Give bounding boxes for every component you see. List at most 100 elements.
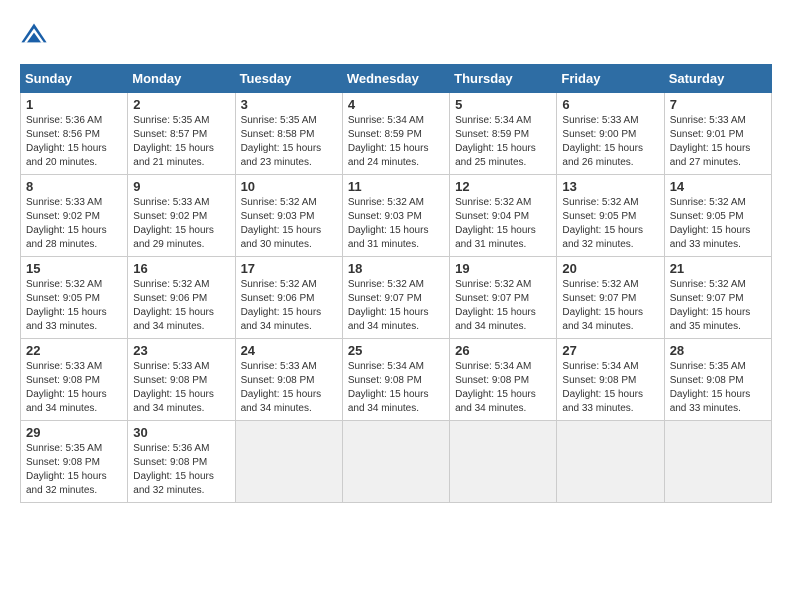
daylight-label: Daylight: 15 hours and 33 minutes. <box>670 225 751 250</box>
daylight-label: Daylight: 15 hours and 35 minutes. <box>670 307 751 332</box>
sunrise-label: Sunrise: 5:35 AM <box>133 115 209 126</box>
day-number: 26 <box>455 343 551 358</box>
day-info: Sunrise: 5:32 AM Sunset: 9:05 PM Dayligh… <box>670 196 766 252</box>
sunset-label: Sunset: 8:58 PM <box>241 129 315 140</box>
daylight-label: Daylight: 15 hours and 34 minutes. <box>455 307 536 332</box>
day-info: Sunrise: 5:32 AM Sunset: 9:07 PM Dayligh… <box>348 278 444 334</box>
day-info: Sunrise: 5:32 AM Sunset: 9:07 PM Dayligh… <box>562 278 658 334</box>
sunrise-label: Sunrise: 5:32 AM <box>670 197 746 208</box>
daylight-label: Daylight: 15 hours and 33 minutes. <box>562 389 643 414</box>
sunrise-label: Sunrise: 5:35 AM <box>26 443 102 454</box>
daylight-label: Daylight: 15 hours and 32 minutes. <box>26 471 107 496</box>
daylight-label: Daylight: 15 hours and 20 minutes. <box>26 143 107 168</box>
daylight-label: Daylight: 15 hours and 34 minutes. <box>133 389 214 414</box>
calendar-day-cell: 24 Sunrise: 5:33 AM Sunset: 9:08 PM Dayl… <box>235 339 342 421</box>
day-info: Sunrise: 5:32 AM Sunset: 9:06 PM Dayligh… <box>241 278 337 334</box>
sunset-label: Sunset: 9:07 PM <box>348 293 422 304</box>
day-number: 13 <box>562 179 658 194</box>
sunrise-label: Sunrise: 5:32 AM <box>348 197 424 208</box>
calendar-day-cell: 29 Sunrise: 5:35 AM Sunset: 9:08 PM Dayl… <box>21 421 128 503</box>
day-number: 19 <box>455 261 551 276</box>
calendar-day-cell: 16 Sunrise: 5:32 AM Sunset: 9:06 PM Dayl… <box>128 257 235 339</box>
day-info: Sunrise: 5:34 AM Sunset: 8:59 PM Dayligh… <box>455 114 551 170</box>
day-info: Sunrise: 5:32 AM Sunset: 9:03 PM Dayligh… <box>241 196 337 252</box>
calendar-week-row: 1 Sunrise: 5:36 AM Sunset: 8:56 PM Dayli… <box>21 93 772 175</box>
daylight-label: Daylight: 15 hours and 34 minutes. <box>562 307 643 332</box>
calendar-day-cell: 18 Sunrise: 5:32 AM Sunset: 9:07 PM Dayl… <box>342 257 449 339</box>
sunrise-label: Sunrise: 5:32 AM <box>562 279 638 290</box>
day-info: Sunrise: 5:35 AM Sunset: 9:08 PM Dayligh… <box>26 442 122 498</box>
calendar-week-row: 29 Sunrise: 5:35 AM Sunset: 9:08 PM Dayl… <box>21 421 772 503</box>
calendar-day-cell: 10 Sunrise: 5:32 AM Sunset: 9:03 PM Dayl… <box>235 175 342 257</box>
day-number: 8 <box>26 179 122 194</box>
sunrise-label: Sunrise: 5:34 AM <box>348 361 424 372</box>
daylight-label: Daylight: 15 hours and 21 minutes. <box>133 143 214 168</box>
sunrise-label: Sunrise: 5:36 AM <box>26 115 102 126</box>
sunset-label: Sunset: 9:05 PM <box>562 211 636 222</box>
day-number: 1 <box>26 97 122 112</box>
weekday-header-cell: Thursday <box>450 65 557 93</box>
day-number: 3 <box>241 97 337 112</box>
day-number: 23 <box>133 343 229 358</box>
daylight-label: Daylight: 15 hours and 34 minutes. <box>348 389 429 414</box>
calendar-day-cell: 13 Sunrise: 5:32 AM Sunset: 9:05 PM Dayl… <box>557 175 664 257</box>
day-number: 2 <box>133 97 229 112</box>
day-number: 28 <box>670 343 766 358</box>
day-info: Sunrise: 5:32 AM Sunset: 9:03 PM Dayligh… <box>348 196 444 252</box>
sunset-label: Sunset: 8:59 PM <box>455 129 529 140</box>
day-number: 7 <box>670 97 766 112</box>
calendar-week-row: 22 Sunrise: 5:33 AM Sunset: 9:08 PM Dayl… <box>21 339 772 421</box>
calendar-day-cell: 7 Sunrise: 5:33 AM Sunset: 9:01 PM Dayli… <box>664 93 771 175</box>
day-number: 4 <box>348 97 444 112</box>
sunrise-label: Sunrise: 5:34 AM <box>455 361 531 372</box>
daylight-label: Daylight: 15 hours and 34 minutes. <box>26 389 107 414</box>
day-number: 10 <box>241 179 337 194</box>
day-number: 11 <box>348 179 444 194</box>
day-number: 6 <box>562 97 658 112</box>
sunrise-label: Sunrise: 5:33 AM <box>26 361 102 372</box>
calendar-week-row: 15 Sunrise: 5:32 AM Sunset: 9:05 PM Dayl… <box>21 257 772 339</box>
calendar-day-cell: 22 Sunrise: 5:33 AM Sunset: 9:08 PM Dayl… <box>21 339 128 421</box>
sunset-label: Sunset: 9:02 PM <box>133 211 207 222</box>
day-info: Sunrise: 5:32 AM Sunset: 9:04 PM Dayligh… <box>455 196 551 252</box>
day-number: 27 <box>562 343 658 358</box>
weekday-header-cell: Saturday <box>664 65 771 93</box>
day-info: Sunrise: 5:32 AM Sunset: 9:07 PM Dayligh… <box>670 278 766 334</box>
calendar-day-cell: 14 Sunrise: 5:32 AM Sunset: 9:05 PM Dayl… <box>664 175 771 257</box>
daylight-label: Daylight: 15 hours and 31 minutes. <box>348 225 429 250</box>
sunrise-label: Sunrise: 5:32 AM <box>241 279 317 290</box>
calendar-day-cell: 4 Sunrise: 5:34 AM Sunset: 8:59 PM Dayli… <box>342 93 449 175</box>
calendar-day-cell: 6 Sunrise: 5:33 AM Sunset: 9:00 PM Dayli… <box>557 93 664 175</box>
sunset-label: Sunset: 8:57 PM <box>133 129 207 140</box>
day-number: 17 <box>241 261 337 276</box>
day-number: 21 <box>670 261 766 276</box>
sunset-label: Sunset: 9:03 PM <box>348 211 422 222</box>
calendar-day-cell: 30 Sunrise: 5:36 AM Sunset: 9:08 PM Dayl… <box>128 421 235 503</box>
day-info: Sunrise: 5:34 AM Sunset: 9:08 PM Dayligh… <box>562 360 658 416</box>
calendar-day-cell <box>342 421 449 503</box>
sunset-label: Sunset: 9:06 PM <box>241 293 315 304</box>
day-info: Sunrise: 5:33 AM Sunset: 9:08 PM Dayligh… <box>133 360 229 416</box>
sunset-label: Sunset: 9:07 PM <box>455 293 529 304</box>
day-info: Sunrise: 5:33 AM Sunset: 9:08 PM Dayligh… <box>241 360 337 416</box>
sunrise-label: Sunrise: 5:32 AM <box>670 279 746 290</box>
calendar-day-cell: 23 Sunrise: 5:33 AM Sunset: 9:08 PM Dayl… <box>128 339 235 421</box>
sunset-label: Sunset: 9:07 PM <box>670 293 744 304</box>
calendar-day-cell: 1 Sunrise: 5:36 AM Sunset: 8:56 PM Dayli… <box>21 93 128 175</box>
sunrise-label: Sunrise: 5:32 AM <box>348 279 424 290</box>
sunrise-label: Sunrise: 5:33 AM <box>241 361 317 372</box>
sunrise-label: Sunrise: 5:36 AM <box>133 443 209 454</box>
day-number: 9 <box>133 179 229 194</box>
sunrise-label: Sunrise: 5:33 AM <box>133 361 209 372</box>
calendar-day-cell: 17 Sunrise: 5:32 AM Sunset: 9:06 PM Dayl… <box>235 257 342 339</box>
calendar-day-cell: 21 Sunrise: 5:32 AM Sunset: 9:07 PM Dayl… <box>664 257 771 339</box>
day-number: 16 <box>133 261 229 276</box>
sunset-label: Sunset: 9:08 PM <box>241 375 315 386</box>
sunrise-label: Sunrise: 5:32 AM <box>455 279 531 290</box>
sunrise-label: Sunrise: 5:34 AM <box>348 115 424 126</box>
day-number: 18 <box>348 261 444 276</box>
sunrise-label: Sunrise: 5:32 AM <box>26 279 102 290</box>
sunrise-label: Sunrise: 5:34 AM <box>455 115 531 126</box>
sunset-label: Sunset: 9:07 PM <box>562 293 636 304</box>
day-number: 14 <box>670 179 766 194</box>
